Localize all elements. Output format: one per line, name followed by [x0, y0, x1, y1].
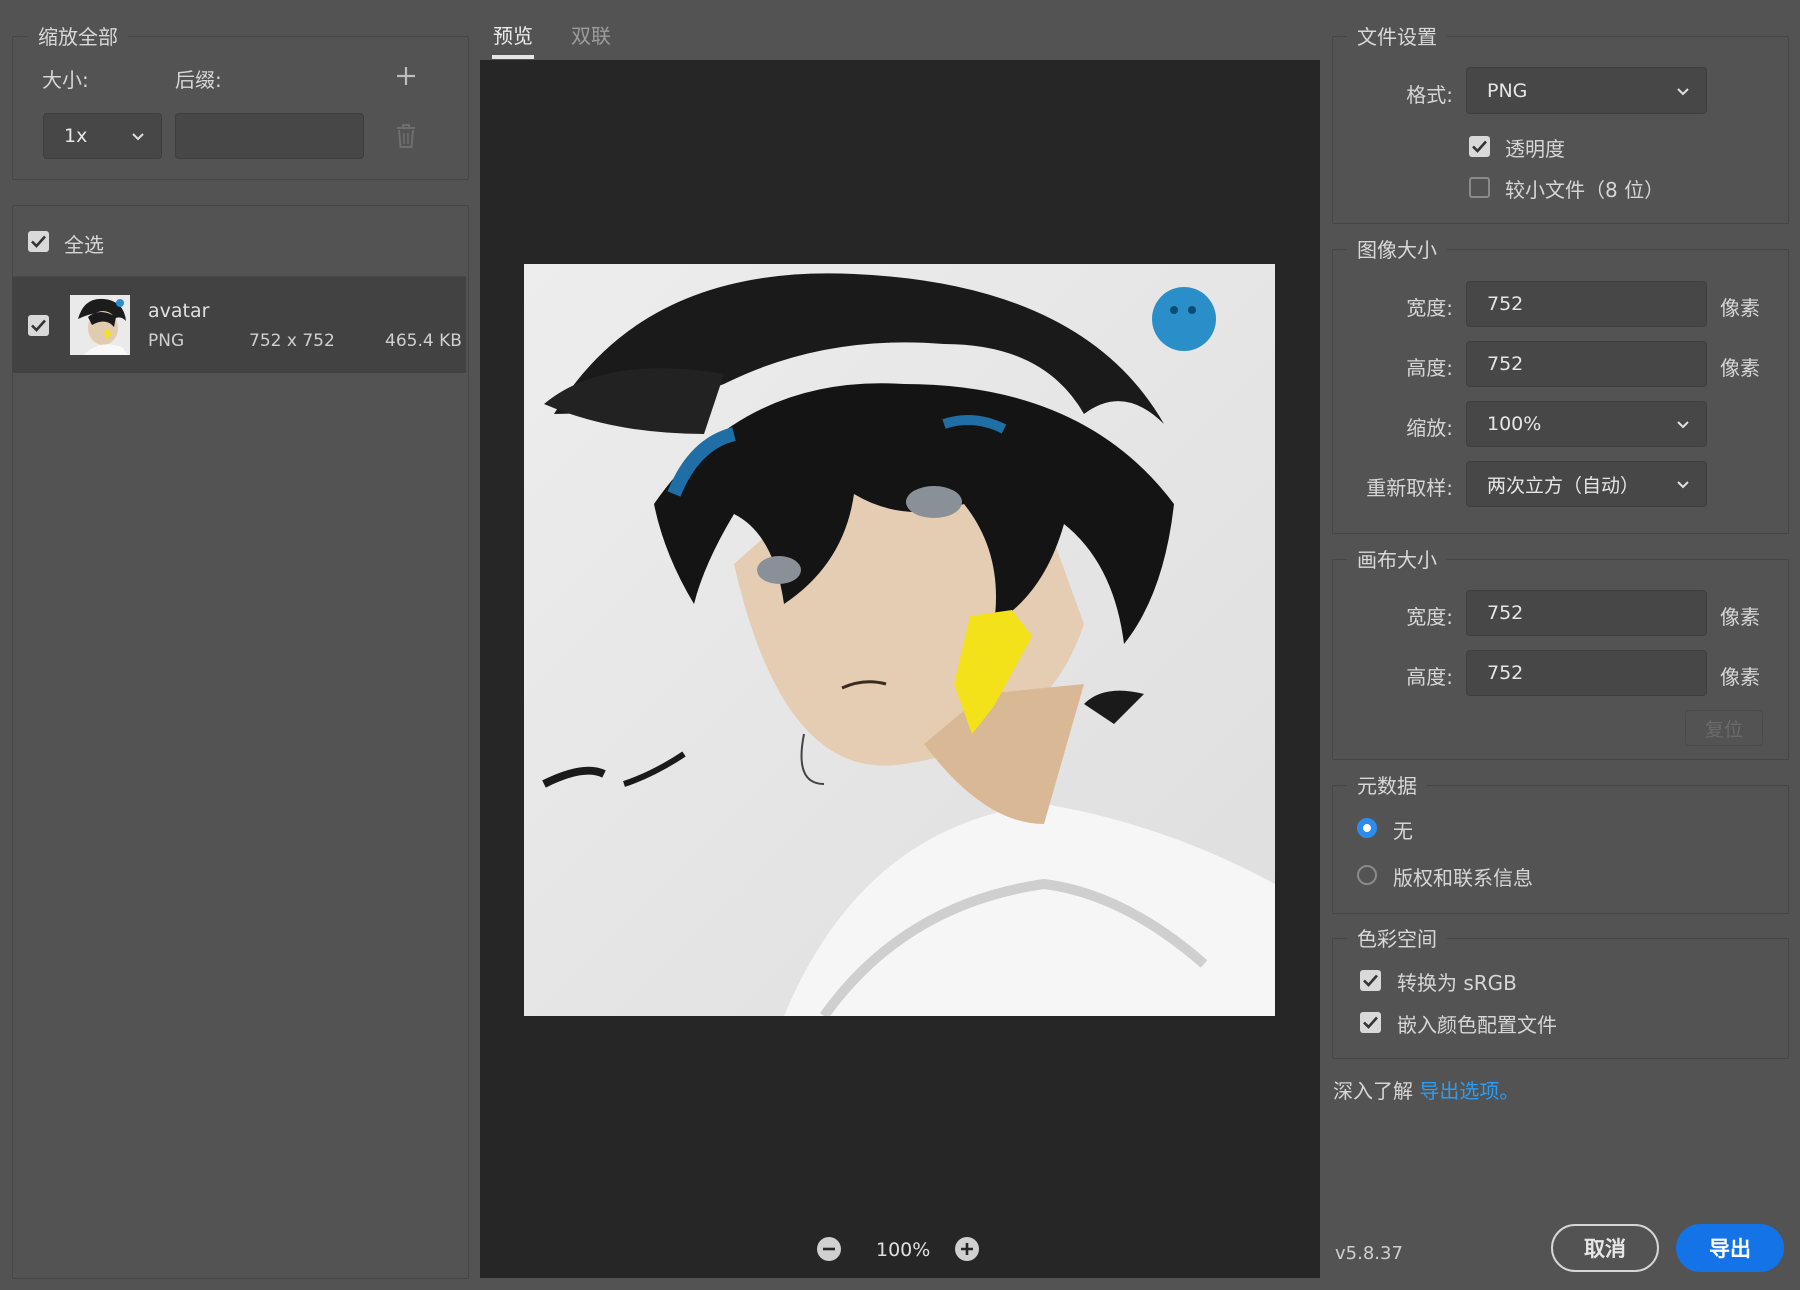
plus-icon — [397, 67, 415, 85]
asset-dimensions: 752 x 752 — [249, 331, 335, 351]
preview-image — [524, 264, 1275, 1016]
asset-thumbnail — [70, 295, 130, 355]
canvas-height-value: 752 — [1487, 662, 1524, 684]
add-scale-button[interactable] — [394, 64, 418, 88]
asset-name: avatar — [148, 300, 210, 322]
chevron-down-icon — [132, 133, 144, 141]
suffix-input[interactable] — [175, 113, 364, 159]
asset-filesize: 465.4 KB — [385, 331, 462, 351]
check-icon — [1472, 140, 1487, 153]
zoom-in-button[interactable] — [955, 1237, 979, 1261]
format-value: PNG — [1487, 79, 1528, 102]
scale-size-select[interactable]: 1x — [43, 113, 162, 159]
embed-profile-label: 嵌入颜色配置文件 — [1397, 1013, 1557, 1037]
export-options-link[interactable]: 导出选项。 — [1419, 1079, 1519, 1103]
format-label: 格式: — [1406, 83, 1453, 107]
image-height-input[interactable]: 752 — [1466, 341, 1707, 387]
resample-label: 重新取样: — [1366, 476, 1453, 500]
transparency-label: 透明度 — [1505, 137, 1565, 161]
canvas-height-label: 高度: — [1406, 665, 1453, 689]
metadata-none-label: 无 — [1393, 819, 1413, 843]
scale-value: 100% — [1487, 413, 1542, 435]
check-icon — [1363, 1016, 1378, 1029]
image-size-title: 图像大小 — [1347, 237, 1447, 263]
select-all-label: 全选 — [64, 233, 104, 257]
color-space-group — [1332, 938, 1789, 1059]
chevron-down-icon — [1677, 481, 1689, 489]
transparency-checkbox[interactable] — [1469, 136, 1490, 157]
metadata-none-radio[interactable] — [1357, 818, 1377, 838]
convert-srgb-checkbox[interactable] — [1360, 970, 1381, 991]
format-select[interactable]: PNG — [1466, 67, 1707, 114]
image-width-label: 宽度: — [1406, 296, 1453, 320]
canvas-size-title: 画布大小 — [1347, 547, 1447, 573]
suffix-label: 后缀: — [175, 68, 222, 92]
zoom-level: 100% — [876, 1239, 931, 1261]
scale-label: 缩放: — [1406, 416, 1453, 440]
export-button[interactable]: 导出 — [1676, 1224, 1784, 1272]
file-settings-title: 文件设置 — [1347, 24, 1447, 50]
embed-profile-checkbox[interactable] — [1360, 1012, 1381, 1033]
image-width-unit: 像素 — [1720, 296, 1760, 320]
learn-more: 深入了解 导出选项。 — [1333, 1075, 1519, 1104]
chevron-down-icon — [1677, 87, 1689, 95]
color-space-title: 色彩空间 — [1347, 926, 1447, 952]
scale-select[interactable]: 100% — [1466, 401, 1707, 447]
image-height-value: 752 — [1487, 353, 1524, 375]
metadata-title: 元数据 — [1347, 773, 1427, 799]
check-icon — [1363, 974, 1378, 987]
smaller-file-label: 较小文件（8 位） — [1505, 178, 1665, 202]
canvas-width-input[interactable]: 752 — [1466, 590, 1707, 636]
cancel-button[interactable]: 取消 — [1551, 1224, 1659, 1272]
metadata-group — [1332, 785, 1789, 914]
canvas-width-value: 752 — [1487, 602, 1524, 624]
tab-preview-underline — [492, 55, 534, 59]
learn-more-prefix: 深入了解 — [1333, 1079, 1413, 1103]
metadata-copyright-radio[interactable] — [1357, 865, 1377, 885]
delete-scale-button[interactable] — [394, 123, 418, 149]
tab-2up[interactable]: 双联 — [571, 20, 611, 49]
check-icon — [31, 319, 46, 332]
image-height-label: 高度: — [1406, 356, 1453, 380]
image-width-input[interactable]: 752 — [1466, 281, 1707, 327]
check-icon — [31, 235, 46, 248]
image-height-unit: 像素 — [1720, 356, 1760, 380]
tab-preview[interactable]: 预览 — [493, 20, 533, 49]
size-label: 大小: — [42, 68, 89, 92]
image-width-value: 752 — [1487, 293, 1524, 315]
version-label: v5.8.37 — [1335, 1243, 1403, 1264]
canvas-height-unit: 像素 — [1720, 665, 1760, 689]
resample-select[interactable]: 两次立方（自动） — [1466, 461, 1707, 507]
scale-size-value: 1x — [64, 125, 88, 147]
trash-icon — [397, 124, 415, 148]
reset-canvas-button[interactable]: 复位 — [1685, 710, 1763, 746]
plus-circle-icon — [955, 1237, 979, 1261]
canvas-width-unit: 像素 — [1720, 605, 1760, 629]
asset-format: PNG — [148, 331, 185, 351]
canvas-width-label: 宽度: — [1406, 605, 1453, 629]
canvas-height-input[interactable]: 752 — [1466, 650, 1707, 696]
zoom-out-button[interactable] — [817, 1237, 841, 1261]
minus-circle-icon — [817, 1237, 841, 1261]
convert-srgb-label: 转换为 sRGB — [1397, 971, 1517, 995]
resample-value: 两次立方（自动） — [1487, 474, 1640, 497]
smaller-file-checkbox[interactable] — [1469, 177, 1490, 198]
select-all-checkbox[interactable] — [28, 231, 49, 252]
metadata-copyright-label: 版权和联系信息 — [1393, 866, 1533, 890]
scale-all-title: 缩放全部 — [28, 24, 128, 50]
asset-checkbox[interactable] — [28, 315, 49, 336]
chevron-down-icon — [1677, 421, 1689, 429]
